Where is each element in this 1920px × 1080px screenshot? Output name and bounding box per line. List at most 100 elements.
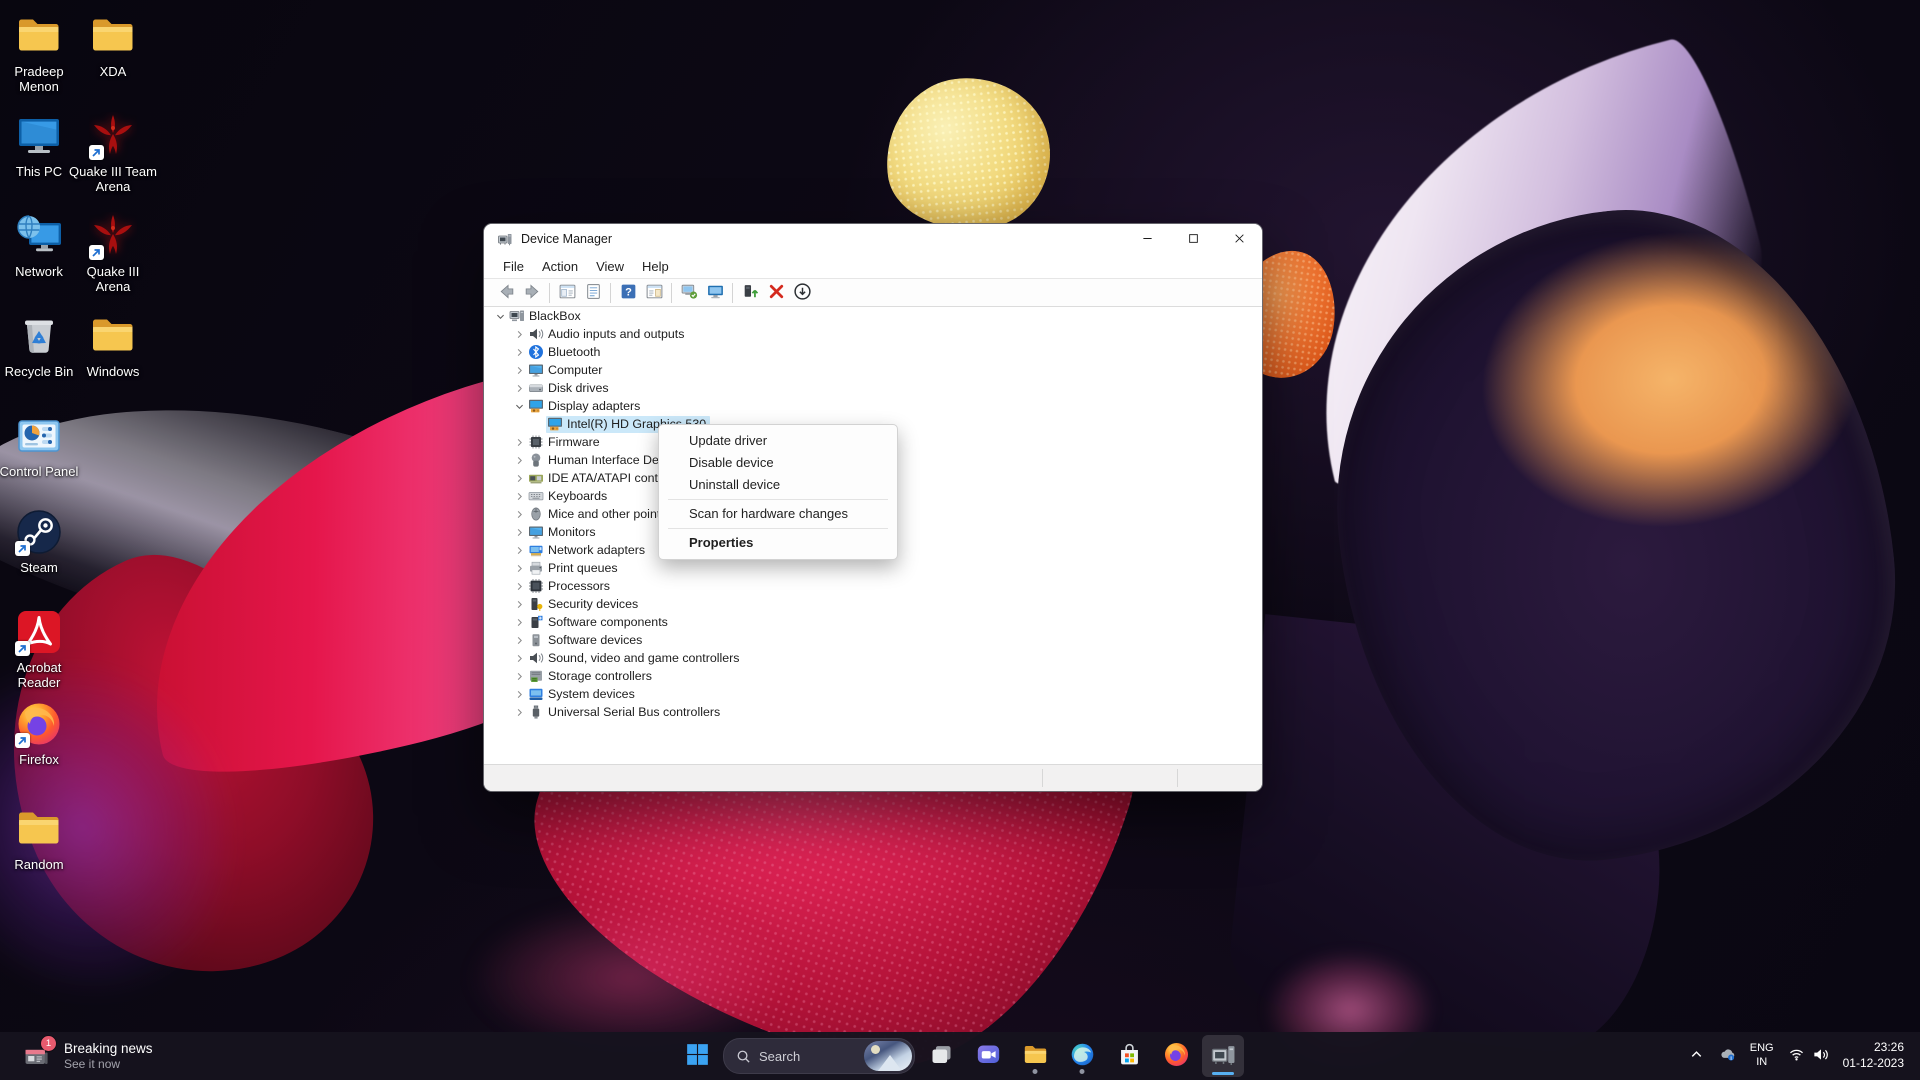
tree-item-bluetooth[interactable]: Bluetooth xyxy=(484,343,1262,361)
tree-item-content[interactable]: Keyboards xyxy=(527,488,611,505)
desktop-icon-quake-iii-team-arena[interactable]: Quake III Team Arena xyxy=(68,112,158,195)
expand-chevron[interactable] xyxy=(512,561,527,575)
expand-chevron[interactable] xyxy=(512,435,527,449)
properties-button[interactable] xyxy=(580,281,606,305)
desktop-icon-steam[interactable]: Steam xyxy=(0,508,84,575)
desktop-icon-xda[interactable]: XDA xyxy=(68,12,158,79)
window-titlebar[interactable]: Device Manager xyxy=(484,224,1262,254)
taskbar-firefox-button[interactable] xyxy=(1155,1035,1197,1077)
expand-chevron[interactable] xyxy=(512,669,527,683)
minimize-button[interactable] xyxy=(1124,224,1170,254)
expand-chevron[interactable] xyxy=(512,345,527,359)
help-button[interactable]: ? xyxy=(615,281,641,305)
desktop-icon-firefox[interactable]: Firefox xyxy=(0,700,84,767)
expand-chevron[interactable] xyxy=(512,615,527,629)
tree-item-content[interactable]: Disk drives xyxy=(527,380,613,397)
tree-item-content[interactable]: Firmware xyxy=(527,434,604,451)
tree-item-content[interactable]: Sound, video and game controllers xyxy=(527,650,744,667)
tree-item-security-devices[interactable]: Security devices xyxy=(484,595,1262,613)
context-menu-item-update-driver[interactable]: Update driver xyxy=(659,430,897,452)
tree-item-content[interactable]: Audio inputs and outputs xyxy=(527,326,688,343)
weather-thumbnail[interactable] xyxy=(864,1041,912,1071)
desktop-icon-control-panel[interactable]: Control Panel xyxy=(0,412,84,479)
tree-item-content[interactable]: Storage controllers xyxy=(527,668,656,685)
widgets-button[interactable]: 1 Breaking news See it now xyxy=(12,1032,161,1080)
maximize-button[interactable] xyxy=(1170,224,1216,254)
taskbar-edge-button[interactable] xyxy=(1061,1035,1103,1077)
taskbar-start-button[interactable] xyxy=(676,1035,718,1077)
tree-item-content[interactable]: Universal Serial Bus controllers xyxy=(527,704,724,721)
tree-item-audio-inputs-and-outputs[interactable]: Audio inputs and outputs xyxy=(484,325,1262,343)
context-menu-item-uninstall-device[interactable]: Uninstall device xyxy=(659,474,897,496)
desktop-icon-random[interactable]: Random xyxy=(0,805,84,872)
tree-item-content[interactable]: Monitors xyxy=(527,524,600,541)
tree-item-content[interactable]: Software components xyxy=(527,614,672,631)
context-menu-item-properties[interactable]: Properties xyxy=(659,532,897,554)
tree-item-software-devices[interactable]: Software devices xyxy=(484,631,1262,649)
tree-item-content[interactable]: Print queues xyxy=(527,560,622,577)
desktop-icon-acrobat-reader[interactable]: Acrobat Reader xyxy=(0,608,84,691)
action-pane-button[interactable] xyxy=(641,281,667,305)
tree-item-blackbox[interactable]: BlackBox xyxy=(484,307,1262,325)
tree-item-content[interactable]: Network adapters xyxy=(527,542,649,559)
tree-item-computer[interactable]: Computer xyxy=(484,361,1262,379)
expand-chevron[interactable] xyxy=(512,633,527,647)
tree-item-processors[interactable]: Processors xyxy=(484,577,1262,595)
console-tree-button[interactable] xyxy=(554,281,580,305)
tree-item-content[interactable]: BlackBox xyxy=(508,308,585,325)
tree-item-storage-controllers[interactable]: Storage controllers xyxy=(484,667,1262,685)
tree-item-content[interactable]: Software devices xyxy=(527,632,646,649)
tree-item-print-queues[interactable]: Print queues xyxy=(484,559,1262,577)
context-menu-item-disable-device[interactable]: Disable device xyxy=(659,452,897,474)
tree-item-sound-video-and-game-controllers[interactable]: Sound, video and game controllers xyxy=(484,649,1262,667)
expand-chevron[interactable] xyxy=(512,471,527,485)
expand-chevron[interactable] xyxy=(512,579,527,593)
taskbar-microsoft-store-button[interactable] xyxy=(1108,1035,1150,1077)
expand-chevron[interactable] xyxy=(493,309,508,323)
expand-chevron[interactable] xyxy=(512,525,527,539)
disable-device-button[interactable] xyxy=(763,281,789,305)
tree-item-disk-drives[interactable]: Disk drives xyxy=(484,379,1262,397)
expand-chevron[interactable] xyxy=(512,597,527,611)
language-switcher[interactable]: ENG IN xyxy=(1746,1036,1778,1076)
back-button[interactable] xyxy=(493,281,519,305)
menu-file[interactable]: File xyxy=(494,255,533,278)
tree-item-content[interactable]: Processors xyxy=(527,578,614,595)
expand-chevron[interactable] xyxy=(512,453,527,467)
tray-onedrive-button[interactable]: i xyxy=(1715,1036,1740,1076)
expand-chevron[interactable] xyxy=(512,363,527,377)
tree-item-display-adapters[interactable]: Display adapters xyxy=(484,397,1262,415)
expand-chevron[interactable] xyxy=(512,327,527,341)
close-button[interactable] xyxy=(1216,224,1262,254)
taskbar-chat-button[interactable] xyxy=(967,1035,1009,1077)
expand-chevron[interactable] xyxy=(512,651,527,665)
tree-item-content[interactable]: Bluetooth xyxy=(527,344,604,361)
tray-chevron-button[interactable] xyxy=(1684,1036,1709,1076)
expand-chevron[interactable] xyxy=(512,543,527,557)
expand-chevron[interactable] xyxy=(512,705,527,719)
desktop-icon-quake-iii-arena[interactable]: Quake III Arena xyxy=(68,212,158,295)
uninstall-device-button[interactable] xyxy=(737,281,763,305)
taskbar-device-manager-button[interactable] xyxy=(1202,1035,1244,1077)
tree-item-content[interactable]: System devices xyxy=(527,686,639,703)
tree-item-content[interactable]: Security devices xyxy=(527,596,642,613)
update-driver-button[interactable] xyxy=(702,281,728,305)
desktop-icon-windows[interactable]: Windows xyxy=(68,312,158,379)
tree-item-universal-serial-bus-controllers[interactable]: Universal Serial Bus controllers xyxy=(484,703,1262,721)
tree-item-software-components[interactable]: Software components xyxy=(484,613,1262,631)
expand-chevron[interactable] xyxy=(512,507,527,521)
menu-view[interactable]: View xyxy=(587,255,633,278)
taskbar-file-explorer-button[interactable] xyxy=(1014,1035,1056,1077)
down-arrow-button[interactable] xyxy=(789,281,815,305)
quick-settings-button[interactable] xyxy=(1784,1036,1833,1076)
tree-item-content[interactable]: Display adapters xyxy=(527,398,644,415)
tree-item-content[interactable]: Computer xyxy=(527,362,606,379)
clock-button[interactable]: 23:26 01-12-2023 xyxy=(1839,1036,1912,1076)
expand-chevron[interactable] xyxy=(512,687,527,701)
expand-chevron[interactable] xyxy=(512,489,527,503)
tree-item-system-devices[interactable]: System devices xyxy=(484,685,1262,703)
taskbar-task-view-button[interactable] xyxy=(920,1035,962,1077)
menu-help[interactable]: Help xyxy=(633,255,678,278)
taskbar-search[interactable]: Search xyxy=(723,1038,915,1074)
menu-action[interactable]: Action xyxy=(533,255,587,278)
